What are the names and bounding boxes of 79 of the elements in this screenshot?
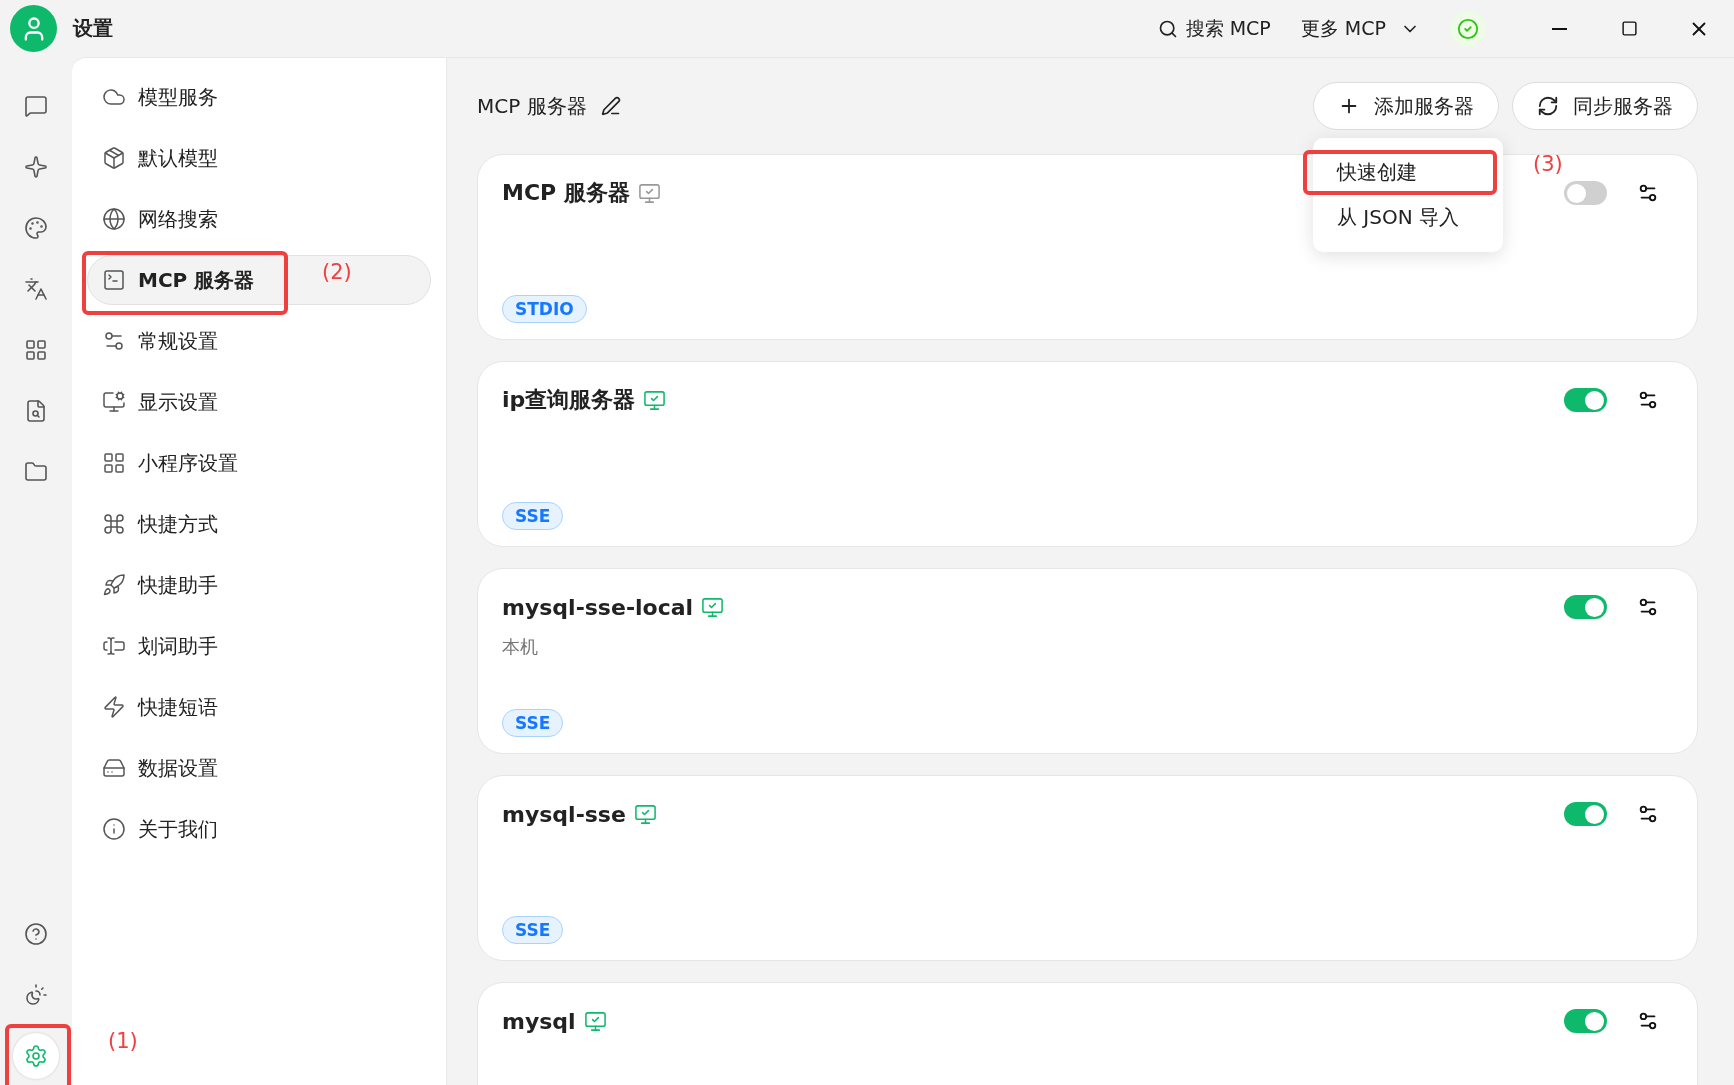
menu-item[interactable]: 快速创建 bbox=[1303, 150, 1497, 195]
sliders-icon bbox=[102, 329, 126, 353]
window-title: 设置 bbox=[73, 15, 113, 42]
sidebar-item[interactable]: 模型服务 bbox=[87, 72, 431, 122]
sidebar-item[interactable]: 小程序设置 bbox=[87, 438, 431, 488]
sidebar-item[interactable]: 快捷方式 bbox=[87, 499, 431, 549]
edit-button[interactable] bbox=[600, 96, 621, 116]
status-button[interactable] bbox=[1450, 10, 1486, 47]
refresh-icon bbox=[1537, 95, 1559, 117]
lightning-icon bbox=[102, 695, 126, 719]
box-icon bbox=[102, 146, 126, 170]
sliders-icon bbox=[1637, 1010, 1659, 1032]
rocket-icon bbox=[102, 573, 126, 597]
server-type-tag: SSE bbox=[502, 502, 564, 530]
server-type-tag: SSE bbox=[502, 916, 564, 944]
toggle-switch[interactable] bbox=[1564, 388, 1607, 412]
chat-icon bbox=[24, 94, 48, 118]
text-cursor-icon bbox=[102, 634, 126, 658]
annotation-label: (3) bbox=[1533, 152, 1563, 176]
terminal-icon bbox=[102, 268, 126, 292]
sidebar-item[interactable]: 默认模型 bbox=[87, 133, 431, 183]
folder-icon bbox=[24, 460, 48, 484]
sliders-icon bbox=[1637, 182, 1659, 204]
search-button[interactable]: 搜索 MCP bbox=[1157, 15, 1271, 42]
server-name: mysql-sse bbox=[502, 801, 626, 827]
globe-icon bbox=[102, 207, 126, 231]
toggle-switch[interactable] bbox=[1564, 802, 1607, 826]
sidebar-item[interactable]: 显示设置 bbox=[87, 377, 431, 427]
server-name: ip查询服务器 bbox=[502, 386, 636, 414]
annotation-label: (2) bbox=[322, 260, 352, 284]
server-type-tag: STDIO bbox=[502, 295, 587, 323]
sliders-icon bbox=[1637, 389, 1659, 411]
toggle-switch[interactable] bbox=[1564, 181, 1607, 205]
monitor-cog-icon bbox=[102, 390, 126, 414]
sliders-icon bbox=[1637, 596, 1659, 618]
command-icon bbox=[102, 512, 126, 536]
help-icon bbox=[24, 922, 48, 946]
settings-button[interactable] bbox=[1637, 182, 1659, 204]
file-search-icon bbox=[24, 399, 48, 423]
annotation-label: (1) bbox=[108, 1029, 138, 1053]
sidebar-item[interactable]: 划词助手 bbox=[87, 621, 431, 671]
settings-button[interactable] bbox=[1637, 389, 1659, 411]
add-server-button[interactable]: 添加服务器 bbox=[1313, 82, 1499, 130]
sidebar-item[interactable]: 快捷助手 bbox=[87, 560, 431, 610]
sidebar-item[interactable]: 快捷短语 bbox=[87, 682, 431, 732]
sidebar-item[interactable]: 关于我们 bbox=[87, 804, 431, 854]
menu-item[interactable]: 从 JSON 导入 bbox=[1303, 195, 1497, 240]
server-name: mysql-sse-local bbox=[502, 594, 694, 620]
settings-icon bbox=[24, 1044, 48, 1068]
toggle-switch[interactable] bbox=[1564, 1009, 1607, 1033]
check-circle-icon bbox=[1457, 17, 1479, 40]
settings-button[interactable] bbox=[1637, 596, 1659, 618]
settings-button[interactable] bbox=[1637, 1010, 1659, 1032]
sidebar-item[interactable]: 网络搜索 bbox=[87, 194, 431, 244]
palette-icon bbox=[24, 216, 48, 240]
grid-icon bbox=[24, 338, 48, 362]
translate-icon bbox=[24, 277, 48, 301]
page-title: MCP 服务器 bbox=[477, 92, 587, 120]
avatar[interactable] bbox=[10, 5, 57, 52]
sidebar-item[interactable]: 数据设置 bbox=[87, 743, 431, 793]
search-icon bbox=[1157, 18, 1178, 39]
sync-button[interactable]: 同步服务器 bbox=[1512, 82, 1698, 130]
sparkle-icon bbox=[24, 155, 48, 179]
sliders-icon bbox=[1637, 803, 1659, 825]
drive-icon bbox=[102, 756, 126, 780]
toggle-switch[interactable] bbox=[1564, 595, 1607, 619]
server-description: 本机 bbox=[502, 635, 539, 659]
grid-icon bbox=[102, 451, 126, 475]
more-dropdown[interactable]: 更多 MCP bbox=[1300, 15, 1420, 42]
minimize-icon bbox=[1551, 27, 1567, 30]
maximize-icon bbox=[1620, 20, 1638, 37]
sidebar-item[interactable]: 常规设置 bbox=[87, 316, 431, 366]
pen-icon bbox=[600, 96, 621, 116]
server-name: MCP 服务器 bbox=[502, 179, 630, 207]
server-type-tag: SSE bbox=[502, 709, 564, 737]
settings-button[interactable] bbox=[1637, 803, 1659, 825]
server-name: mysql bbox=[502, 1008, 576, 1034]
sun-moon-icon bbox=[24, 983, 48, 1007]
info-icon bbox=[102, 817, 126, 841]
